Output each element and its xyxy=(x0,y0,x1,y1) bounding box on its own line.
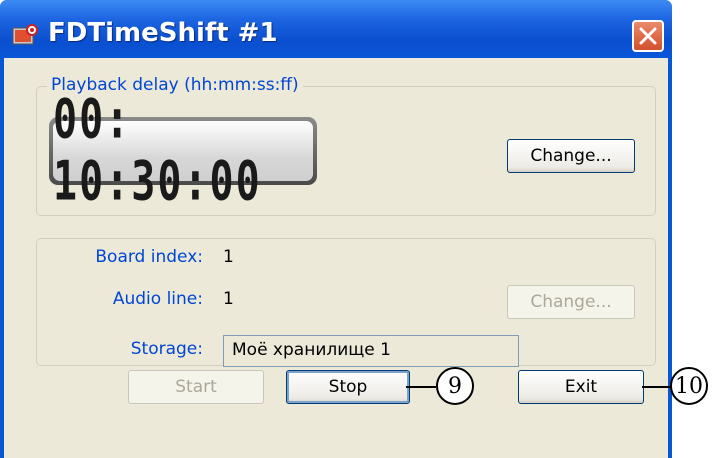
exit-callout: 10 xyxy=(670,367,708,405)
app-window: FDTimeShift #1 Playback delay (hh:mm:ss:… xyxy=(0,0,672,458)
board-index-label: Board index: xyxy=(95,247,203,267)
app-icon xyxy=(12,24,38,46)
close-button[interactable] xyxy=(632,20,664,52)
exit-button[interactable]: Exit xyxy=(518,370,644,404)
title-bar[interactable]: FDTimeShift #1 xyxy=(0,0,672,58)
stop-callout-line xyxy=(406,386,436,388)
audio-line-label: Audio line: xyxy=(112,289,203,309)
change-delay-button[interactable]: Change... xyxy=(507,139,635,173)
board-index-value: 1 xyxy=(223,247,234,267)
audio-line-value: 1 xyxy=(223,289,234,309)
exit-callout-line xyxy=(642,386,672,388)
delay-display-value: 00: 10:30:00 xyxy=(53,88,262,214)
storage-field: Моё хранилище 1 xyxy=(223,335,519,367)
dialog-body: Playback delay (hh:mm:ss:ff) 00: 10:30:0… xyxy=(4,58,668,458)
board-settings-group: Board index: 1 Audio line: 1 Storage: Мо… xyxy=(36,238,656,367)
delay-display: 00: 10:30:00 xyxy=(49,89,317,213)
start-button: Start xyxy=(128,370,264,404)
stop-callout: 9 xyxy=(436,367,474,405)
change-audio-button: Change... xyxy=(507,285,635,319)
window-title: FDTimeShift #1 xyxy=(48,18,278,48)
close-icon xyxy=(639,27,657,45)
stop-button[interactable]: Stop xyxy=(286,370,410,404)
storage-label: Storage: xyxy=(130,339,203,359)
playback-delay-group: Playback delay (hh:mm:ss:ff) 00: 10:30:0… xyxy=(36,75,656,216)
